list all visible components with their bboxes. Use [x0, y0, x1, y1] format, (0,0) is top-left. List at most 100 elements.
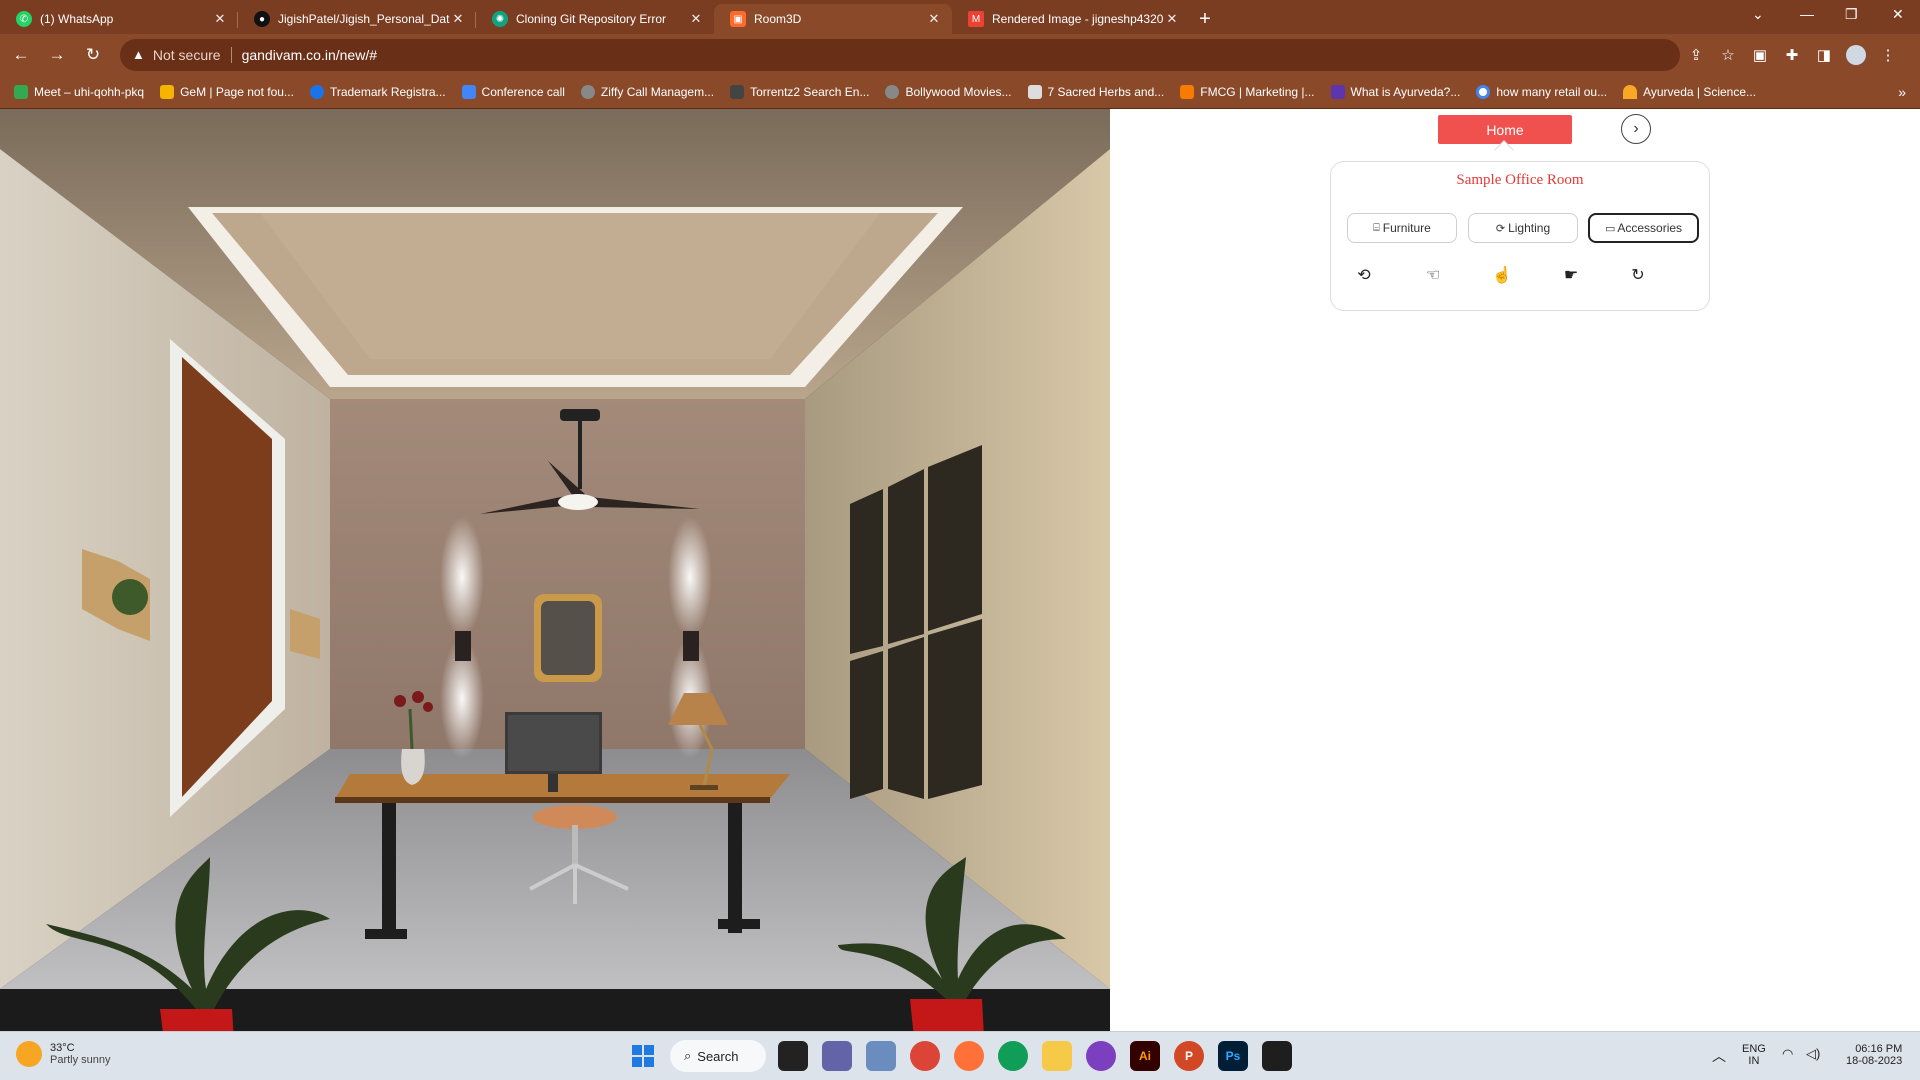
weather-widget[interactable]: 33°C Partly sunny — [16, 1041, 111, 1067]
bookmark-label: 7 Sacred Herbs and... — [1047, 84, 1165, 99]
close-icon[interactable]: ✕ — [212, 11, 228, 27]
google-icon — [1476, 84, 1491, 99]
language-indicator[interactable]: ENG IN — [1742, 1043, 1766, 1067]
task-view-icon[interactable] — [778, 1041, 808, 1071]
bookmark-item[interactable]: FMCG | Marketing |... — [1180, 84, 1315, 99]
trademark-icon — [309, 84, 324, 99]
close-window-icon[interactable]: ✕ — [1892, 6, 1904, 23]
time-text: 06:16 PM — [1855, 1043, 1903, 1055]
close-icon[interactable]: ✕ — [1164, 11, 1180, 27]
furniture-button[interactable]: ⌸ Furniture — [1347, 213, 1457, 243]
minimize-icon[interactable]: — — [1800, 6, 1814, 22]
chrome-icon[interactable] — [910, 1041, 940, 1071]
bookmark-item[interactable]: What is Ayurveda?... — [1330, 84, 1461, 99]
star-icon[interactable]: ☆ — [1712, 40, 1744, 70]
extensions-icon[interactable]: ✚ — [1776, 40, 1808, 70]
bookmark-item[interactable]: Torrentz2 Search En... — [730, 84, 870, 99]
bookmark-label: how many retail ou... — [1496, 84, 1608, 99]
close-icon[interactable]: ✕ — [450, 11, 466, 27]
room-render[interactable] — [0, 109, 1110, 1031]
reload-icon[interactable]: ↻ — [78, 40, 108, 70]
back-icon[interactable]: ← — [6, 40, 36, 70]
bookmark-label: What is Ayurveda?... — [1350, 84, 1461, 99]
rotate-hand-icon[interactable]: ☜ — [1420, 262, 1446, 288]
new-tab-button[interactable]: + — [1190, 4, 1220, 34]
cast-icon[interactable]: ▣ — [1744, 40, 1776, 70]
room-3d-viewport[interactable] — [0, 109, 1110, 1031]
clock[interactable]: 06:16 PM 18-08-2023 — [1846, 1043, 1902, 1067]
bookmark-item[interactable]: GeM | Page not fou... — [160, 84, 294, 99]
file-explorer-icon[interactable] — [1042, 1041, 1072, 1071]
avatar[interactable] — [1840, 40, 1872, 70]
tab-room3d[interactable]: ▣ Room3D ✕ — [714, 4, 952, 34]
more-bookmarks-icon[interactable]: » — [1898, 84, 1906, 100]
illustrator-icon[interactable]: Ai — [1130, 1041, 1160, 1071]
taskbar-search[interactable]: ⌕ Search — [670, 1040, 766, 1072]
lamp-icon: ⟳ — [1495, 222, 1506, 235]
pan-hand-icon[interactable]: ☝ — [1489, 262, 1515, 288]
forward-icon[interactable]: → — [42, 40, 72, 70]
room-options-card: Sample Office Room ⌸ Furniture ⟳ Lightin… — [1330, 161, 1710, 311]
accessories-button[interactable]: ▭ Accessories — [1588, 213, 1699, 243]
accessories-label: Accessories — [1617, 221, 1683, 235]
tab-label: (1) WhatsApp — [40, 12, 114, 26]
firefox-icon[interactable] — [954, 1041, 984, 1071]
bookmarks-bar: Meet – uhi-qohh-pkq GeM | Page not fou..… — [0, 75, 1920, 109]
volume-icon[interactable]: ◁) — [1806, 1046, 1820, 1062]
photoshop-icon[interactable]: Ps — [1218, 1041, 1248, 1071]
bookmark-item[interactable]: how many retail ou... — [1476, 84, 1608, 99]
frame-icon: ▭ — [1604, 222, 1616, 235]
bookmark-item[interactable]: Ziffy Call Managem... — [580, 84, 714, 99]
tab-github[interactable]: ● JigishPatel/Jigish_Personal_Data ✕ — [238, 4, 476, 34]
menu-icon[interactable]: ⋮ — [1872, 40, 1904, 70]
reset-view-icon[interactable]: ⟲ — [1351, 262, 1377, 288]
close-icon[interactable]: ✕ — [688, 11, 704, 27]
furniture-label: Furniture — [1382, 221, 1431, 235]
sidepanel-icon[interactable]: ◨ — [1808, 40, 1840, 70]
weather-sun-icon — [16, 1041, 42, 1067]
wifi-icon[interactable]: ◠ — [1782, 1046, 1793, 1062]
weather-desc: Partly sunny — [50, 1054, 111, 1066]
url-text[interactable]: gandivam.co.in/new/# — [242, 47, 377, 63]
warning-icon[interactable]: ▲ — [132, 47, 145, 62]
lighting-label: Lighting — [1508, 221, 1551, 235]
share-icon[interactable]: ⇪ — [1680, 40, 1712, 70]
bookmark-item[interactable]: 7 Sacred Herbs and... — [1027, 84, 1165, 99]
whatsapp-icon: ✆ — [16, 11, 32, 27]
bookmark-item[interactable]: Trademark Registra... — [309, 84, 446, 99]
bookmark-label: FMCG | Marketing |... — [1200, 84, 1315, 99]
figma-icon[interactable] — [1262, 1041, 1292, 1071]
tab-chatgpt[interactable]: ✺ Cloning Git Repository Error ✕ — [476, 4, 714, 34]
redo-rotate-icon[interactable]: ↻ — [1625, 262, 1651, 288]
tab-gmail[interactable]: M Rendered Image - jigneshp43200 ✕ — [952, 4, 1190, 34]
bookmark-item[interactable]: Conference call — [461, 84, 565, 99]
bookmark-item[interactable]: Ayurveda | Science... — [1623, 84, 1756, 99]
photos-icon[interactable] — [866, 1041, 896, 1071]
search-icon: ⌕ — [684, 1048, 692, 1063]
tray-chevron-up-icon[interactable]: ︿ — [1712, 1046, 1726, 1066]
github-desktop-icon[interactable] — [1086, 1041, 1116, 1071]
lang-bottom: IN — [1748, 1055, 1760, 1067]
browser-toolbar: ← → ↻ ▲ Not secure gandivam.co.in/new/# … — [0, 34, 1920, 75]
windows-taskbar: 33°C Partly sunny ⌕ Search Ai P Ps ︿ ENG… — [0, 1031, 1920, 1080]
select-pointer-icon[interactable]: ☛ — [1558, 262, 1584, 288]
powerpoint-icon[interactable]: P — [1174, 1041, 1204, 1071]
address-bar[interactable]: ▲ Not secure gandivam.co.in/new/# — [120, 38, 1680, 71]
start-icon[interactable] — [628, 1041, 658, 1071]
bookmark-item[interactable]: Meet – uhi-qohh-pkq — [14, 84, 144, 99]
lighting-button[interactable]: ⟳ Lighting — [1468, 213, 1578, 243]
chrome-dev-icon[interactable] — [998, 1041, 1028, 1071]
bookmark-label: Trademark Registra... — [329, 84, 446, 99]
blogger-icon — [1180, 84, 1195, 99]
bookmark-label: Torrentz2 Search En... — [750, 84, 870, 99]
tab-whatsapp[interactable]: ✆ (1) WhatsApp ✕ — [0, 4, 238, 34]
home-button[interactable]: Home — [1438, 115, 1572, 144]
next-button[interactable]: › — [1621, 114, 1651, 144]
tab-label: Cloning Git Repository Error — [516, 12, 667, 26]
teams-icon[interactable] — [822, 1041, 852, 1071]
tab-search-chevron-icon[interactable]: ⌄ — [1752, 6, 1764, 23]
security-label[interactable]: Not secure — [153, 47, 221, 63]
restore-icon[interactable]: ❐ — [1845, 6, 1858, 23]
bookmark-item[interactable]: Bollywood Movies... — [885, 84, 1012, 99]
close-icon[interactable]: ✕ — [926, 11, 942, 27]
